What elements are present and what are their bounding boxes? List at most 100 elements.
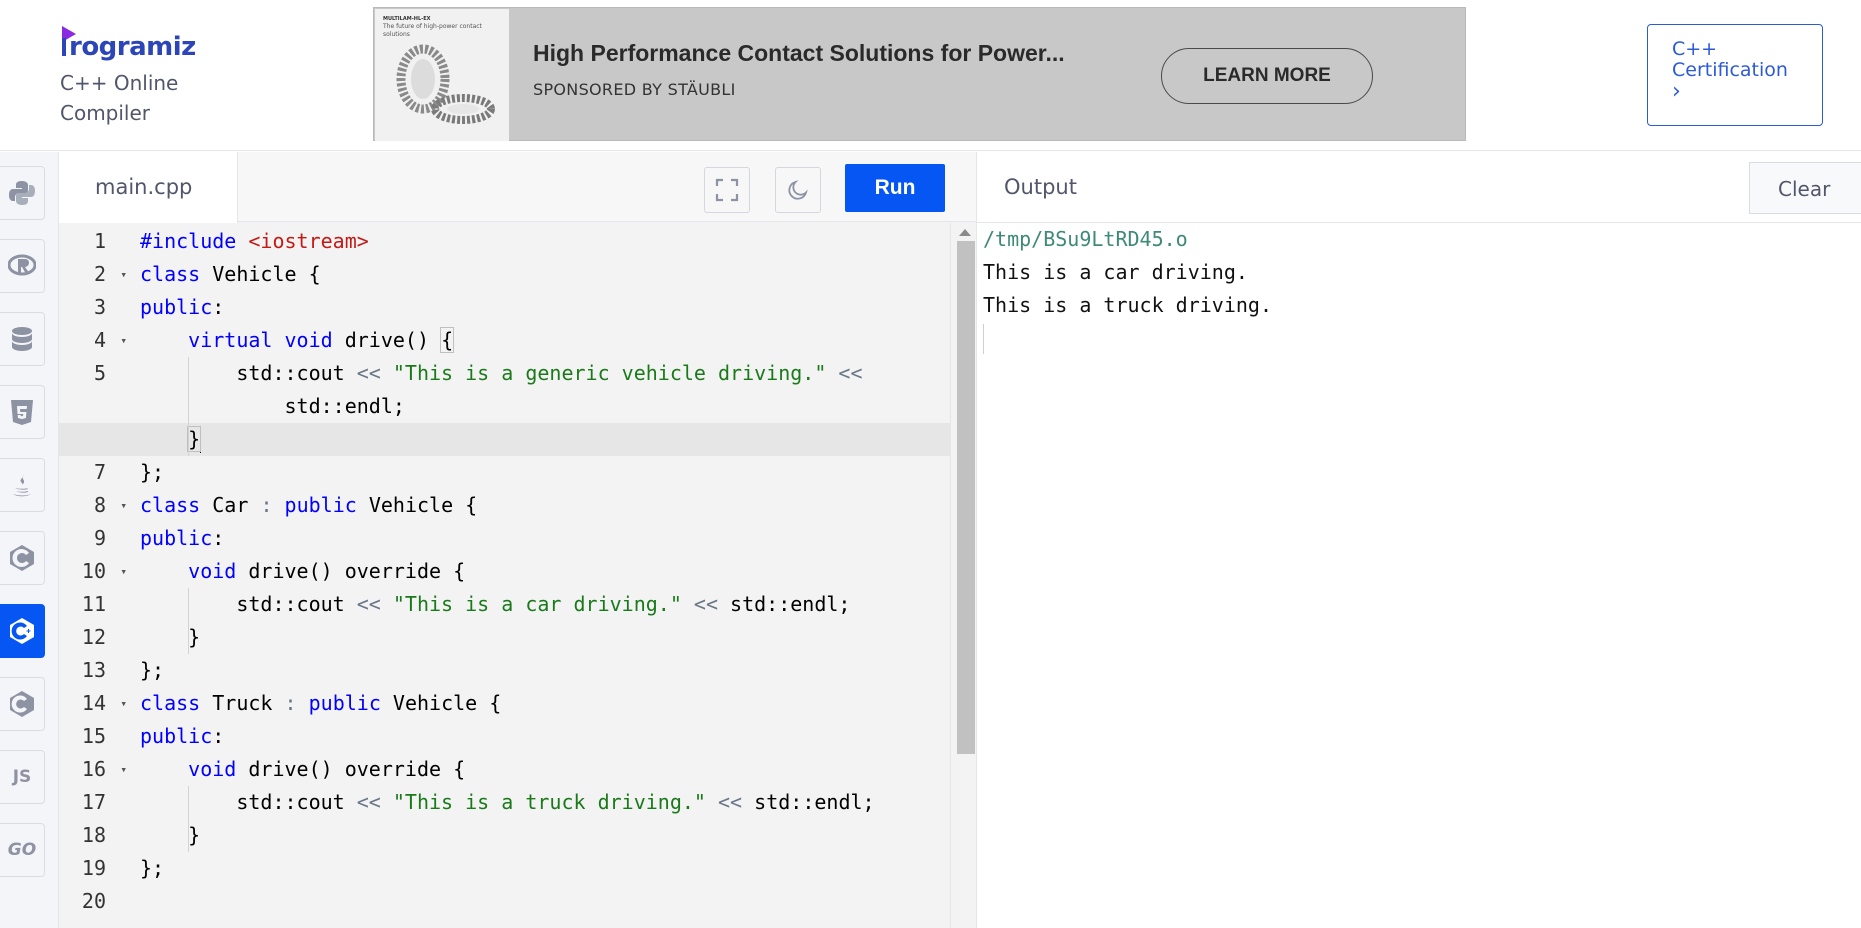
fold-arrow-icon[interactable]: ▾ [120, 687, 127, 720]
line-number: 9 [59, 522, 134, 555]
csharp-compiler-link[interactable] [0, 677, 45, 731]
ad-thumbnail[interactable]: MULTILAM-HL-EX The future of high-power … [375, 9, 509, 141]
line-number: 15 [59, 720, 134, 753]
code-token: drive() override { [236, 757, 466, 781]
run-button[interactable]: Run [845, 164, 945, 212]
fullscreen-button[interactable] [704, 167, 750, 213]
fold-arrow-icon[interactable]: ▾ [120, 324, 127, 357]
code-token: virtual [188, 328, 273, 352]
learn-more-button[interactable]: LEARN MORE [1161, 48, 1373, 104]
html-compiler-link[interactable] [0, 385, 45, 439]
code-token: public [284, 493, 357, 517]
line-number-label: 18 [81, 823, 106, 847]
code-token: } [187, 426, 202, 452]
cpp-certification-button[interactable]: C++ Certification › [1647, 24, 1823, 126]
editor-scrollbar[interactable] [950, 223, 976, 928]
code-token: void [188, 757, 237, 781]
code-line[interactable]: }; [140, 456, 164, 489]
code-token: Vehicle { [200, 262, 321, 286]
sql-compiler-link[interactable] [0, 312, 45, 366]
code-token: public [140, 724, 213, 748]
console-input-caret[interactable] [983, 324, 984, 354]
java-compiler-link[interactable] [0, 458, 45, 512]
code-line[interactable]: public: [140, 291, 224, 324]
fullscreen-icon [715, 178, 739, 202]
moon-icon [788, 180, 808, 200]
cpp-icon [10, 618, 34, 644]
code-line[interactable]: virtual void drive() { [140, 324, 455, 357]
page-subtitle: C++ Online Compiler [60, 71, 179, 125]
fold-arrow-icon[interactable]: ▾ [120, 258, 127, 291]
fold-arrow-icon[interactable]: ▾ [120, 753, 127, 786]
code-token: : [212, 724, 225, 748]
code-token: std::cout [140, 790, 357, 814]
code-line[interactable]: public: [140, 522, 224, 555]
clear-output-button[interactable]: Clear [1749, 162, 1861, 214]
line-number-label: 14 [81, 691, 106, 715]
c-compiler-link[interactable] [0, 531, 45, 585]
scroll-up-arrow-icon[interactable] [959, 229, 971, 236]
code-token: } [140, 823, 201, 847]
js-compiler-link[interactable]: JS [0, 750, 45, 804]
ad-title[interactable]: High Performance Contact Solutions for P… [533, 40, 1065, 67]
code-token: "This is a car driving." [392, 592, 682, 616]
output-binary-path: /tmp/BSu9LtRD45.o [983, 227, 1188, 251]
line-number: 20 [59, 885, 134, 918]
line-number-label: 8 [93, 493, 106, 517]
theme-toggle-button[interactable] [775, 167, 821, 213]
code-line[interactable]: class Vehicle { [140, 258, 321, 291]
code-line[interactable]: } [140, 621, 200, 654]
code-line[interactable]: std::cout << "This is a truck driving." … [140, 786, 875, 819]
language-sidebar: JS GO [0, 152, 59, 928]
code-line[interactable]: void drive() override { [140, 555, 465, 588]
logo-text: rogramiz [69, 32, 196, 62]
connector-product-image [396, 44, 495, 124]
file-tab-main-cpp[interactable]: main.cpp [59, 152, 238, 223]
programiz-logo[interactable]: rogramiz [60, 22, 210, 66]
r-compiler-link[interactable] [0, 239, 45, 293]
code-line[interactable]: std::cout << "This is a car driving." <<… [140, 588, 850, 621]
code-token: << [693, 592, 719, 616]
code-token: public [140, 526, 213, 550]
line-number-label: 16 [81, 757, 106, 781]
line-number-label: 1 [93, 229, 106, 253]
chevron-right-icon: › [1672, 79, 1681, 104]
code-token: }; [140, 856, 165, 880]
code-line[interactable]: class Truck : public Vehicle { [140, 687, 501, 720]
ad-banner[interactable]: MULTILAM-HL-EX The future of high-power … [373, 7, 1466, 141]
code-line[interactable]: void drive() override { [140, 753, 465, 786]
go-compiler-link[interactable]: GO [0, 823, 45, 877]
code-token: } [140, 625, 201, 649]
line-number: 4 ▾ [59, 324, 134, 357]
output-line: This is a car driving. [983, 260, 1248, 284]
line-number-label: 7 [93, 460, 106, 484]
code-line[interactable]: }; [140, 852, 164, 885]
code-line[interactable]: class Car : public Vehicle { [140, 489, 477, 522]
line-number-gutter: 12▾34▾5678▾910▾11121314▾1516▾17181920 [59, 223, 134, 928]
scrollbar-thumb[interactable] [957, 241, 975, 754]
code-line[interactable]: std::cout << "This is a generic vehicle … [140, 357, 862, 390]
r-icon [8, 254, 36, 276]
python-compiler-link[interactable] [0, 166, 45, 220]
line-number-label: 2 [93, 262, 106, 286]
code-line[interactable]: #include <iostream> [140, 225, 369, 258]
code-line[interactable]: } [140, 423, 202, 456]
editor-toolbar: main.cpp Run [59, 152, 976, 223]
code-line[interactable]: }; [140, 654, 164, 687]
fold-arrow-icon[interactable]: ▾ [120, 555, 127, 588]
code-line[interactable]: } [140, 819, 200, 852]
cpp-compiler-link[interactable] [0, 604, 45, 658]
line-number: 18 [59, 819, 134, 852]
fold-arrow-icon[interactable]: ▾ [120, 489, 127, 522]
output-console[interactable]: /tmp/BSu9LtRD45.o This is a car driving. T… [983, 223, 1853, 923]
code-token: std::endl; [742, 790, 875, 814]
ad-sponsor: SPONSORED BY STÄUBLI [533, 80, 736, 99]
code-line[interactable]: std::endl; [140, 390, 404, 423]
code-token: "This is a truck driving." [392, 790, 706, 814]
code-line[interactable]: public: [140, 720, 224, 753]
line-number: 11 [59, 588, 134, 621]
code-editor[interactable]: 12▾34▾5678▾910▾11121314▾1516▾17181920 #i… [59, 223, 976, 928]
